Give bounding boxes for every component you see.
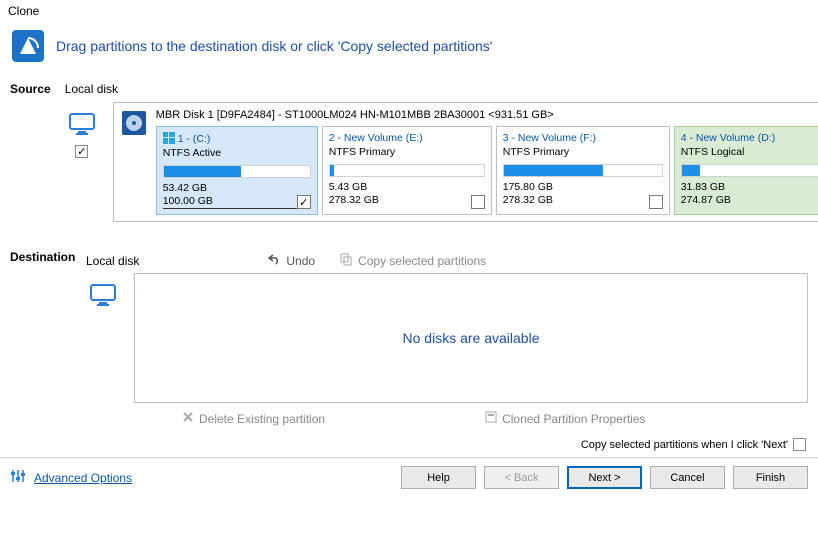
destination-actions: Delete Existing partition Cloned Partiti… [134, 403, 808, 430]
partition-fs: NTFS Primary [503, 146, 663, 158]
copy-on-next-label: Copy selected partitions when I click 'N… [581, 439, 788, 451]
partition-fs: NTFS Logical [681, 146, 818, 158]
partition-fs: NTFS Primary [329, 146, 485, 158]
partition-card[interactable]: 3 - New Volume (F:) NTFS Primary 175.80 GB… [496, 126, 670, 215]
copy-partitions-button[interactable]: Copy selected partitions [339, 252, 486, 269]
partition-card[interactable]: 1 - (C:) NTFS Active 53.42 GB100.00 GB✓ [156, 126, 318, 215]
partition-title: 3 - New Volume (F:) [503, 132, 663, 144]
partition-title: 1 - (C:) [163, 132, 311, 145]
destination-panel[interactable]: No disks are available [134, 273, 808, 403]
copy-icon [339, 252, 353, 269]
wizard-icon [10, 28, 46, 64]
source-section: Source Local disk ✓ MBR Disk 1 [D9FA2484… [0, 74, 818, 226]
page-title: Clone [0, 0, 818, 22]
partition-checkbox[interactable] [649, 195, 663, 209]
props-label: Cloned Partition Properties [502, 412, 645, 426]
copy-on-next-checkbox[interactable] [793, 438, 806, 451]
cancel-button[interactable]: Cancel [650, 466, 725, 489]
help-button[interactable]: Help [401, 466, 476, 489]
partition-fs: NTFS Active [163, 147, 311, 159]
header-text: Drag partitions to the destination disk … [56, 38, 492, 54]
partition-card[interactable]: 2 - New Volume (E:) NTFS Primary 5.43 GB27… [322, 126, 492, 215]
source-label: Source [10, 78, 51, 96]
destination-label: Destination [10, 246, 72, 264]
partition-list: 1 - (C:) NTFS Active 53.42 GB100.00 GB✓ 2 -… [156, 126, 818, 215]
source-device-col: ✓ [65, 102, 99, 222]
usage-bar [163, 165, 311, 178]
undo-label: Undo [286, 254, 315, 268]
close-icon [182, 411, 194, 426]
hdd-icon [120, 109, 148, 140]
copy-label: Copy selected partitions [358, 254, 486, 268]
partition-sizes: 53.42 GB100.00 GB [163, 182, 311, 209]
disk-title: MBR Disk 1 [D9FA2484] - ST1000LM024 HN-M… [156, 109, 818, 121]
destination-empty-text: No disks are available [403, 330, 540, 346]
usage-bar [503, 164, 663, 177]
partition-checkbox[interactable]: ✓ [297, 195, 311, 209]
source-sublabel: Local disk [65, 78, 818, 96]
monitor-icon [89, 283, 117, 310]
usage-bar [329, 164, 485, 177]
destination-section: Destination Local disk Undo Copy selecte… [0, 242, 818, 434]
advanced-options-link[interactable]: Advanced Options [34, 471, 132, 485]
destination-device-col [86, 273, 120, 430]
partition-properties-button[interactable]: Cloned Partition Properties [485, 411, 645, 426]
note-row: Copy selected partitions when I click 'N… [0, 434, 818, 455]
delete-label: Delete Existing partition [199, 412, 325, 426]
usage-bar [681, 164, 818, 177]
sliders-icon [10, 468, 26, 487]
finish-button[interactable]: Finish [733, 466, 808, 489]
divider [0, 457, 818, 458]
partition-checkbox[interactable] [471, 195, 485, 209]
undo-button[interactable]: Undo [267, 252, 315, 269]
next-button[interactable]: Next > [567, 466, 642, 489]
monitor-icon [68, 112, 96, 139]
partition-sizes: 31.83 GB274.87 GB [681, 181, 818, 206]
partition-title: 2 - New Volume (E:) [329, 132, 485, 144]
partition-sizes: 175.80 GB278.32 GB [503, 181, 663, 206]
header: Drag partitions to the destination disk … [0, 22, 818, 74]
partition-card[interactable]: 4 - New Volume (D:) NTFS Logical 31.83 GB2… [674, 126, 818, 215]
source-disk-panel: MBR Disk 1 [D9FA2484] - ST1000LM024 HN-M… [113, 102, 818, 222]
partition-title: 4 - New Volume (D:) [681, 132, 818, 144]
footer: Advanced Options Help < Back Next > Canc… [0, 460, 818, 495]
delete-partition-button[interactable]: Delete Existing partition [182, 411, 325, 426]
properties-icon [485, 411, 497, 426]
back-button: < Back [484, 466, 559, 489]
partition-sizes: 5.43 GB278.32 GB [329, 181, 485, 206]
source-select-checkbox[interactable]: ✓ [75, 145, 88, 158]
undo-icon [267, 252, 281, 269]
destination-toolbar: Local disk Undo Copy selected partitions [86, 246, 808, 273]
destination-sublabel: Local disk [86, 254, 139, 268]
